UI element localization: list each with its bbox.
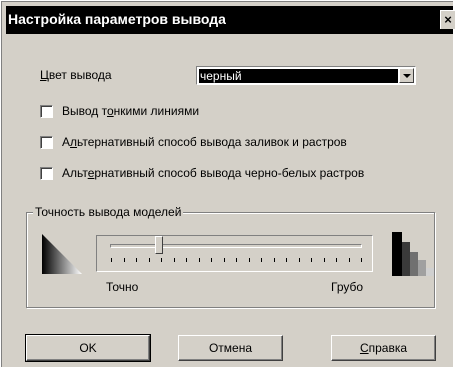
thin-lines-checkbox[interactable] bbox=[40, 105, 53, 118]
coarse-label: Грубо bbox=[331, 280, 364, 294]
color-output-select[interactable]: черный bbox=[196, 66, 416, 85]
alt-bw-raster-label: Альтернативный способ вывода черно-белых… bbox=[62, 166, 365, 180]
slider-ticks bbox=[111, 258, 362, 262]
alt-bw-raster-checkbox[interactable] bbox=[40, 167, 53, 180]
alt-fill-raster-label: Альтернативный способ вывода заливок и р… bbox=[62, 135, 347, 149]
cancel-button[interactable]: Отмена bbox=[178, 335, 283, 361]
pixel-staircase-icon bbox=[392, 232, 434, 276]
title-bar[interactable]: Настройка параметров вывода × bbox=[6, 6, 455, 34]
precision-slider-track[interactable] bbox=[110, 244, 362, 248]
thin-lines-label: Вывод тонкими линиями bbox=[62, 104, 200, 118]
precision-slider-frame bbox=[96, 235, 373, 272]
precision-slider-thumb[interactable] bbox=[155, 236, 163, 254]
alt-fill-raster-checkbox[interactable] bbox=[40, 136, 53, 149]
color-output-value: черный bbox=[199, 69, 398, 83]
gradient-triangle-icon bbox=[42, 234, 82, 274]
output-settings-dialog: Настройка параметров вывода × bbox=[1, 1, 455, 367]
ok-button[interactable]: OK bbox=[25, 334, 151, 362]
window-title: Настройка параметров вывода bbox=[8, 11, 226, 27]
help-button[interactable]: Справка bbox=[331, 335, 436, 361]
precise-label: Точно bbox=[106, 280, 139, 294]
color-output-label: Цвет вывода bbox=[40, 68, 112, 82]
precision-group-label: Точность вывода моделей bbox=[33, 205, 184, 219]
chevron-down-icon[interactable] bbox=[399, 68, 414, 83]
close-icon[interactable]: × bbox=[440, 10, 455, 29]
